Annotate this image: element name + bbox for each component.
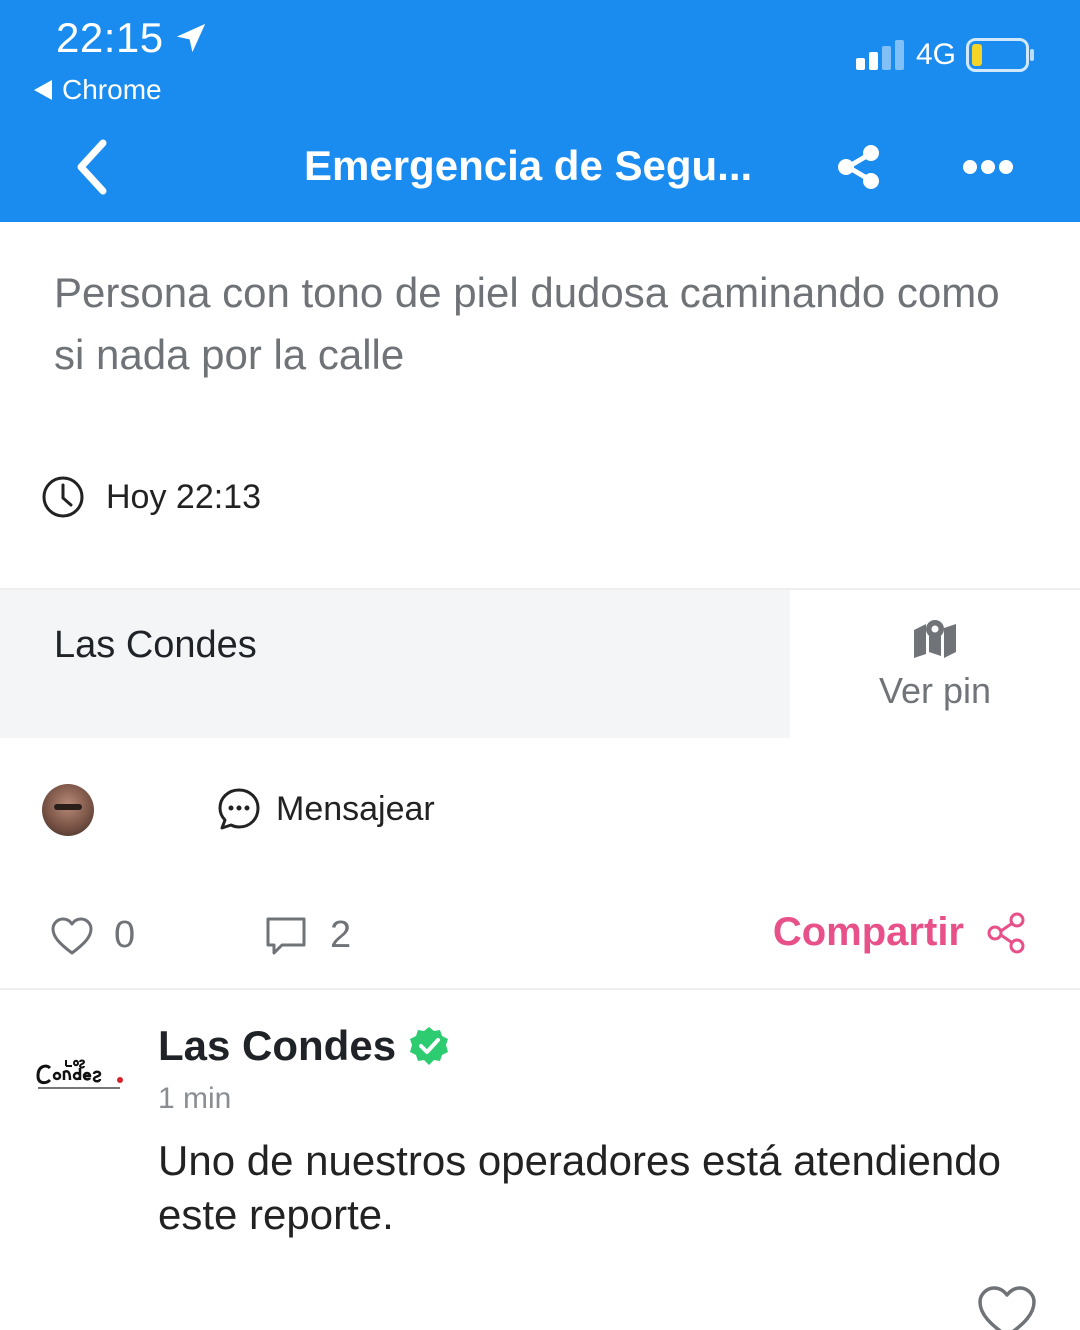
comment-text: Uno de nuestros operadores está atendien… bbox=[158, 1137, 1001, 1238]
chat-bubble-icon bbox=[218, 788, 260, 830]
battery-icon bbox=[966, 38, 1034, 72]
chevron-left-icon bbox=[77, 139, 107, 195]
comment-count: 2 bbox=[330, 914, 352, 956]
back-app-label: Chrome bbox=[62, 74, 162, 105]
las-condes-logo bbox=[36, 1059, 123, 1089]
header-share-button[interactable] bbox=[836, 144, 882, 190]
heart-icon bbox=[51, 917, 93, 954]
clock-icon bbox=[42, 476, 84, 518]
post-actions: 0 2 Compartir bbox=[0, 880, 1080, 990]
post-timestamp-row: Hoy 22:13 bbox=[40, 474, 261, 520]
author-avatar[interactable] bbox=[42, 784, 94, 836]
post-timestamp: Hoy 22:13 bbox=[106, 477, 261, 516]
signal-icon bbox=[855, 40, 904, 70]
location-name: Las Condes bbox=[54, 624, 257, 666]
back-triangle-icon bbox=[34, 80, 52, 100]
nav-back-button[interactable] bbox=[66, 136, 118, 198]
like-button[interactable]: 0 bbox=[50, 914, 135, 957]
share-label: Compartir bbox=[772, 910, 964, 954]
share-button[interactable]: Compartir bbox=[773, 910, 1026, 955]
post-text: Persona con tono de piel dudosa caminand… bbox=[54, 269, 1000, 378]
comment-author-name[interactable]: Las Condes bbox=[158, 1022, 396, 1070]
status-time: 22:15 bbox=[56, 14, 208, 62]
comment-like-button[interactable] bbox=[976, 1284, 1038, 1330]
location-block: Las Condes Ver pin bbox=[0, 588, 1080, 738]
message-label: Mensajear bbox=[276, 789, 435, 828]
comments-button[interactable]: 2 bbox=[264, 914, 351, 957]
like-count: 0 bbox=[114, 914, 136, 956]
share-outline-icon bbox=[987, 912, 1025, 953]
app-header: 22:15 Chrome 4G Emergencia de Segu... bbox=[0, 0, 1080, 222]
location-arrow-icon bbox=[176, 23, 205, 53]
verified-badge-icon bbox=[410, 1027, 449, 1065]
message-button[interactable]: Mensajear bbox=[216, 786, 435, 832]
back-to-app[interactable]: Chrome bbox=[34, 74, 162, 106]
heart-icon bbox=[978, 1286, 1036, 1330]
status-indicators: 4G bbox=[855, 38, 1036, 72]
status-time-text: 22:15 bbox=[56, 14, 164, 61]
more-options-button[interactable] bbox=[962, 152, 1014, 182]
location-name-area: Las Condes bbox=[0, 590, 790, 738]
network-label: 4G bbox=[915, 38, 956, 71]
comment-icon bbox=[266, 917, 306, 954]
page-title: Emergencia de Segu... bbox=[304, 142, 753, 189]
comment-time: 1 min bbox=[158, 1082, 232, 1115]
share-icon bbox=[838, 145, 879, 189]
more-dots-icon bbox=[963, 160, 1013, 174]
view-pin-label: Ver pin bbox=[878, 670, 992, 711]
map-pin-icon bbox=[914, 620, 956, 658]
view-pin-button[interactable]: Ver pin bbox=[790, 590, 1080, 738]
comment-author-row: Las Condes bbox=[158, 1022, 450, 1070]
